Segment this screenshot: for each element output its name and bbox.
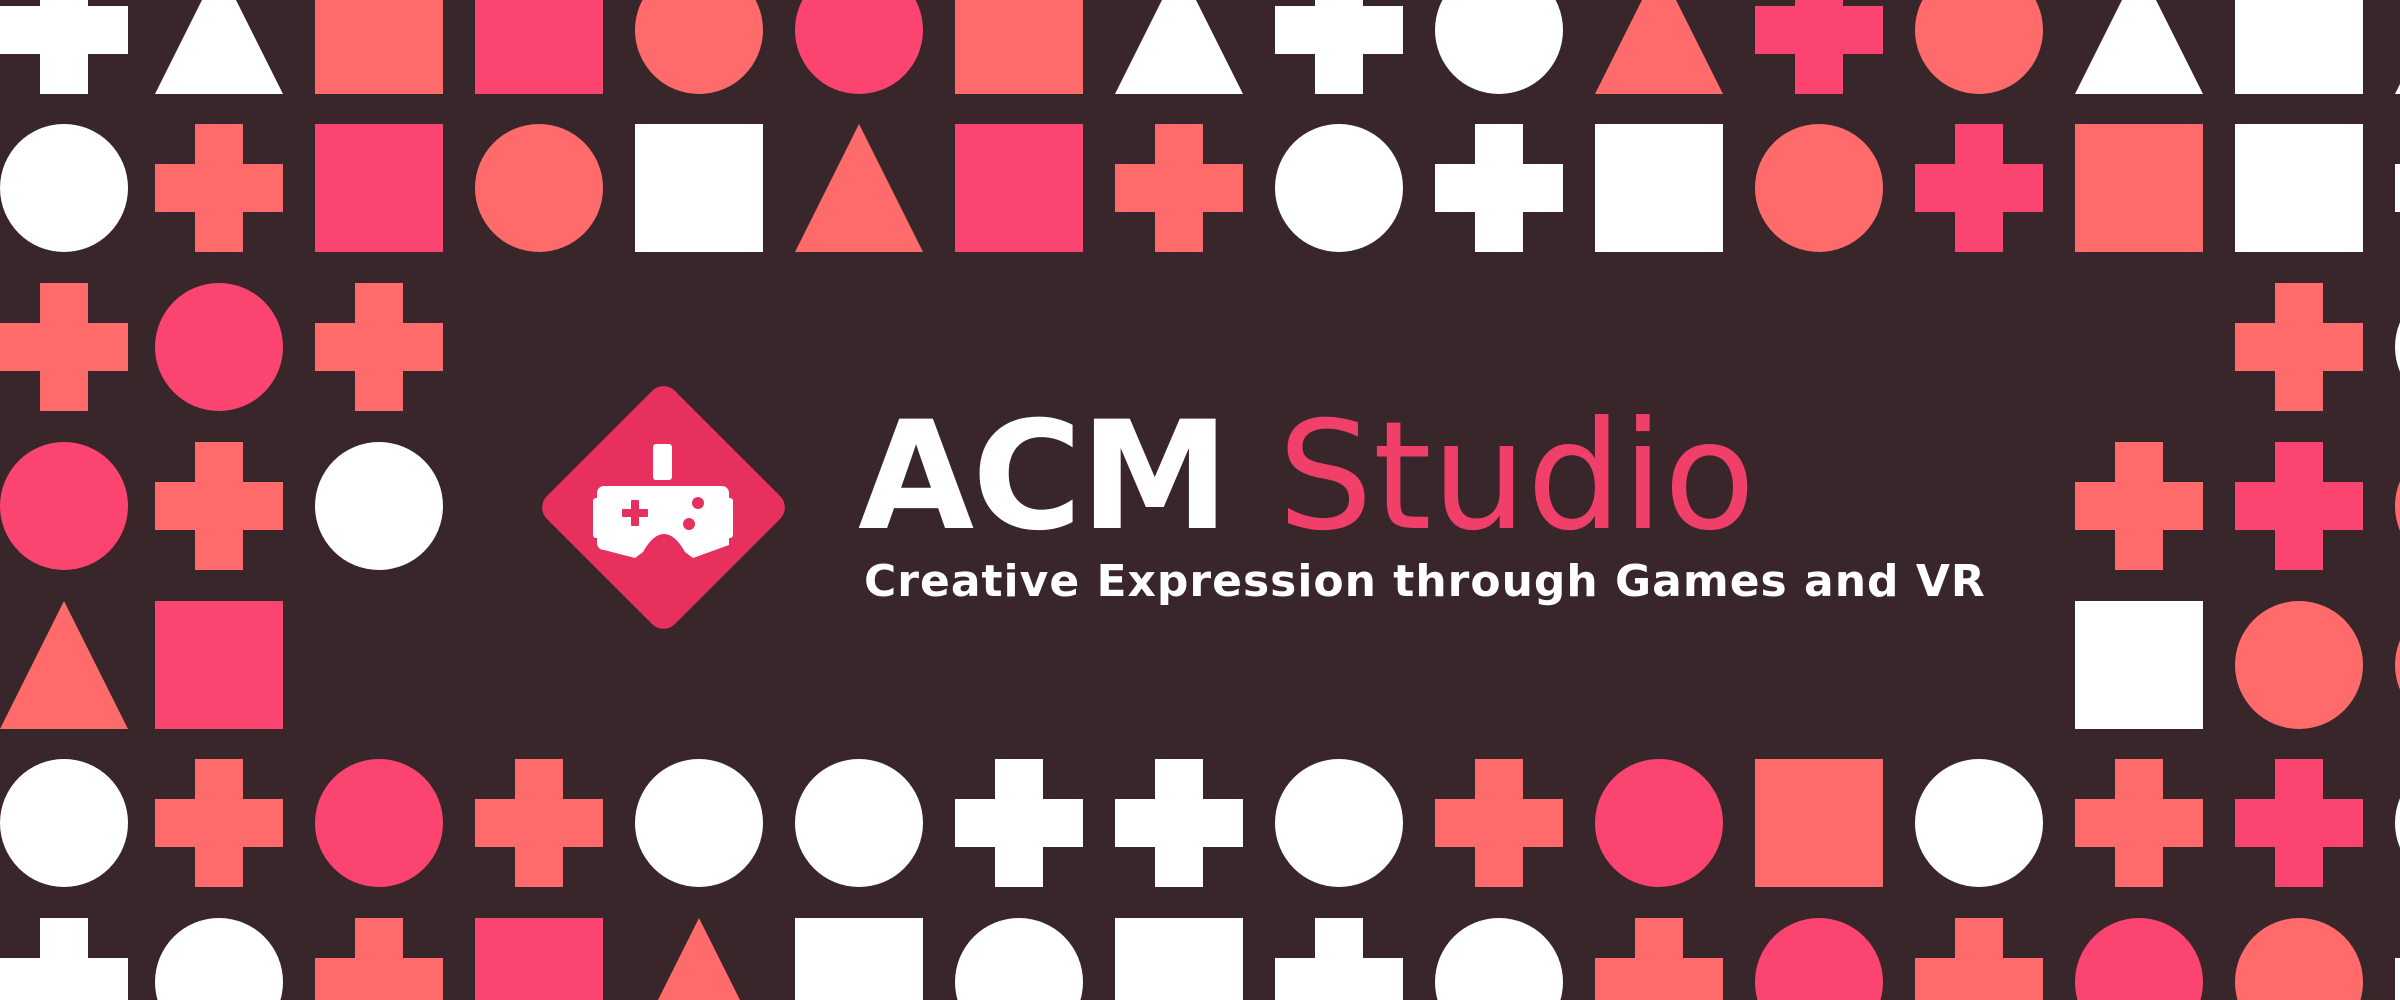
pattern-circle-white bbox=[1275, 124, 1403, 252]
pattern-square-coral bbox=[2075, 124, 2203, 252]
pattern-plus-coral bbox=[315, 918, 443, 1000]
pattern-square-white bbox=[1115, 918, 1243, 1000]
pattern-circle-white bbox=[1915, 759, 2043, 887]
pattern-plus-white bbox=[1275, 0, 1403, 94]
pattern-plus-coral bbox=[315, 283, 443, 411]
pattern-plus-pink bbox=[1915, 124, 2043, 252]
pattern-plus-white bbox=[1435, 124, 1563, 252]
pattern-circle-white bbox=[635, 759, 763, 887]
pattern-triangle-white bbox=[1115, 0, 1243, 94]
pattern-plus-coral bbox=[155, 759, 283, 887]
pattern-triangle-white bbox=[2075, 0, 2203, 94]
pattern-circle-pink bbox=[0, 442, 128, 570]
pattern-plus-white bbox=[1115, 759, 1243, 887]
pattern-circle-pink bbox=[2075, 918, 2203, 1000]
pattern-plus-coral bbox=[1915, 918, 2043, 1000]
pattern-circle-coral bbox=[1915, 0, 2043, 94]
tagline: Creative Expression through Games and VR bbox=[864, 556, 1986, 607]
pattern-square-white bbox=[795, 918, 923, 1000]
pattern-triangle-coral bbox=[658, 918, 740, 1000]
pattern-plus-white bbox=[0, 918, 128, 1000]
pattern-circle-coral bbox=[1755, 124, 1883, 252]
pattern-triangle-white bbox=[2395, 84, 2400, 94]
pattern-plus-white bbox=[955, 759, 1083, 887]
pattern-square-coral bbox=[1755, 759, 1883, 887]
pattern-plus-coral bbox=[1595, 918, 1723, 1000]
pattern-plus-coral bbox=[2235, 283, 2363, 411]
pattern-plus-pink bbox=[2235, 759, 2363, 887]
pattern-plus-pink bbox=[1755, 0, 1883, 94]
pattern-plus-coral bbox=[155, 124, 283, 252]
pattern-circle-coral bbox=[475, 124, 603, 252]
pattern-circle-white bbox=[1435, 918, 1563, 1000]
pattern-plus-white bbox=[2395, 958, 2400, 1000]
pattern-plus-coral bbox=[475, 759, 603, 887]
pattern-square-pink bbox=[475, 0, 603, 94]
pattern-circle-white bbox=[2395, 798, 2400, 848]
pattern-circle-white bbox=[955, 918, 1083, 1000]
pattern-circle-white bbox=[0, 124, 128, 252]
pattern-square-white bbox=[2235, 0, 2363, 94]
logo-badge bbox=[542, 386, 785, 629]
pattern-circle-white bbox=[0, 759, 128, 887]
pattern-square-pink bbox=[155, 601, 283, 729]
pattern-triangle-coral bbox=[0, 601, 128, 729]
pattern-circle-coral bbox=[2235, 601, 2363, 729]
pattern-square-pink bbox=[475, 918, 603, 1000]
pattern-square-pink bbox=[955, 124, 1083, 252]
brand-name-primary: ACM bbox=[858, 390, 1229, 564]
pattern-circle-pink bbox=[1755, 918, 1883, 1000]
pattern-plus-coral bbox=[0, 283, 128, 411]
pattern-circle-coral bbox=[2395, 640, 2400, 690]
brand-name-secondary: Studio bbox=[1277, 390, 1756, 564]
pattern-circle-white bbox=[315, 442, 443, 570]
pattern-square-white bbox=[2235, 124, 2363, 252]
pattern-circle-white bbox=[1275, 759, 1403, 887]
pattern-plus-coral bbox=[2075, 759, 2203, 887]
pattern-square-coral bbox=[955, 0, 1083, 94]
pattern-circle-pink bbox=[795, 0, 923, 94]
pattern-plus-white bbox=[2395, 164, 2400, 212]
pattern-triangle-coral bbox=[1595, 0, 1723, 94]
pattern-triangle-coral bbox=[795, 124, 923, 252]
pattern-square-white bbox=[1595, 124, 1723, 252]
pattern-plus-coral bbox=[155, 442, 283, 570]
pattern-circle-white bbox=[1435, 0, 1563, 94]
pattern-circle-pink bbox=[155, 283, 283, 411]
pattern-square-coral bbox=[315, 0, 443, 94]
pattern-circle-coral bbox=[2395, 481, 2400, 531]
pattern-circle-white bbox=[155, 918, 283, 1000]
pattern-square-pink bbox=[315, 124, 443, 252]
pattern-plus-coral bbox=[1115, 124, 1243, 252]
pattern-plus-white bbox=[0, 0, 128, 94]
pattern-circle-coral bbox=[2235, 918, 2363, 1000]
pattern-triangle-white bbox=[155, 0, 283, 94]
pattern-plus-pink bbox=[2235, 442, 2363, 570]
pattern-plus-coral bbox=[2075, 442, 2203, 570]
pattern-plus-white bbox=[1275, 918, 1403, 1000]
pattern-circle-coral bbox=[635, 0, 763, 94]
pattern-square-white bbox=[635, 124, 763, 252]
pattern-square-white bbox=[2075, 601, 2203, 729]
pattern-circle-white bbox=[2395, 322, 2400, 372]
pattern-circle-pink bbox=[315, 759, 443, 887]
pattern-circle-pink bbox=[1595, 759, 1723, 887]
brand-name: ACM Studio bbox=[858, 402, 1755, 552]
pattern-circle-white bbox=[795, 759, 923, 887]
pattern-plus-coral bbox=[1435, 759, 1563, 887]
